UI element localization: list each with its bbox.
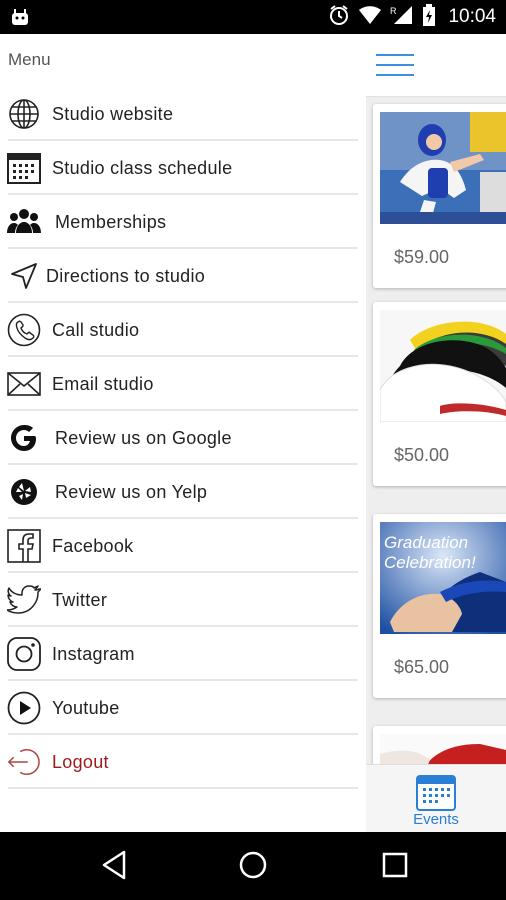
event-card[interactable]: $50.00 xyxy=(373,302,506,486)
instagram-icon xyxy=(7,637,41,671)
menu-item-label: Twitter xyxy=(52,590,108,610)
status-bar: R 10:04 xyxy=(0,0,506,34)
menu-item-label: Studio class schedule xyxy=(52,158,233,178)
event-card[interactable]: Graduation Celebration! $65.00 xyxy=(373,514,506,698)
app-toolbar xyxy=(366,34,506,97)
menu-item-label: Studio website xyxy=(52,104,174,124)
home-icon[interactable] xyxy=(238,850,268,885)
envelope-icon xyxy=(7,367,41,401)
graduation-celebration-photo: Graduation Celebration! xyxy=(380,522,506,634)
menu-item-facebook[interactable]: Facebook xyxy=(0,519,366,573)
menu-item-label: Call studio xyxy=(52,320,140,340)
bottom-navigation: Events xyxy=(366,764,506,832)
menu-item-review-yelp[interactable]: Review us on Yelp xyxy=(0,465,366,519)
yelp-icon xyxy=(7,475,41,509)
event-card[interactable] xyxy=(373,726,506,766)
facebook-icon xyxy=(7,529,41,563)
menu-item-label: Facebook xyxy=(52,536,134,556)
event-price: $50.00 xyxy=(394,445,450,465)
svg-text:R: R xyxy=(390,6,397,16)
menu-list: Studio website Studio class schedule Mem… xyxy=(0,87,366,789)
navigation-drawer: Menu Studio website Studio class schedul… xyxy=(0,34,366,832)
graduation-image-text-line2: Celebration! xyxy=(384,553,476,572)
menu-item-review-google[interactable]: Review us on Google xyxy=(0,411,366,465)
battery-icon xyxy=(422,3,436,31)
menu-item-email-studio[interactable]: Email studio xyxy=(0,357,366,411)
hamburger-menu-icon[interactable] xyxy=(376,54,416,78)
menu-item-call-studio[interactable]: Call studio xyxy=(0,303,366,357)
menu-item-label: Review us on Google xyxy=(55,428,232,448)
navigation-arrow-icon xyxy=(7,259,41,293)
menu-item-label: Directions to studio xyxy=(46,266,206,286)
event-photo-partial xyxy=(380,734,506,766)
google-icon xyxy=(7,421,41,455)
event-price: $65.00 xyxy=(394,657,450,677)
youtube-icon xyxy=(7,691,41,725)
menu-item-class-schedule[interactable]: Studio class schedule xyxy=(0,141,366,195)
graduation-image-text-line1: Graduation xyxy=(384,533,468,552)
signal-icon: R xyxy=(390,5,414,30)
menu-item-label: Memberships xyxy=(55,212,167,232)
twitter-icon xyxy=(7,583,41,617)
menu-item-label: Email studio xyxy=(52,374,154,394)
colored-belts-photo xyxy=(380,310,506,422)
menu-item-label: Youtube xyxy=(52,698,120,718)
menu-item-studio-website[interactable]: Studio website xyxy=(0,87,366,141)
menu-item-twitter[interactable]: Twitter xyxy=(0,573,366,627)
taekwondo-kid-photo xyxy=(380,112,506,224)
menu-item-directions[interactable]: Directions to studio xyxy=(0,249,366,303)
wifi-icon xyxy=(358,5,382,30)
android-icon xyxy=(10,7,30,32)
menu-item-youtube[interactable]: Youtube xyxy=(0,681,366,735)
group-icon xyxy=(7,205,41,239)
app-screen: Menu Studio website Studio class schedul… xyxy=(0,34,506,832)
menu-item-memberships[interactable]: Memberships xyxy=(0,195,366,249)
logout-icon xyxy=(7,745,41,779)
globe-icon xyxy=(7,97,41,131)
event-card[interactable]: $59.00 xyxy=(373,104,506,288)
event-price: $59.00 xyxy=(394,247,450,267)
calendar-icon xyxy=(7,151,41,185)
alarm-icon xyxy=(328,4,350,31)
menu-title: Menu xyxy=(8,50,51,69)
system-navigation-bar xyxy=(0,832,506,900)
menu-item-instagram[interactable]: Instagram xyxy=(0,627,366,681)
back-icon[interactable] xyxy=(100,850,128,885)
recents-icon[interactable] xyxy=(381,850,409,885)
events-tab-label[interactable]: Events xyxy=(366,811,506,828)
menu-item-label: Review us on Yelp xyxy=(55,482,208,502)
menu-item-label: Logout xyxy=(52,752,109,772)
phone-icon xyxy=(7,313,41,347)
calendar-icon[interactable] xyxy=(416,773,456,816)
menu-item-logout[interactable]: Logout xyxy=(0,735,366,789)
events-content: $59.00 $50.00 Graduation Celebration! $6… xyxy=(366,34,506,832)
status-time: 10:04 xyxy=(448,6,496,27)
menu-item-label: Instagram xyxy=(52,644,135,664)
